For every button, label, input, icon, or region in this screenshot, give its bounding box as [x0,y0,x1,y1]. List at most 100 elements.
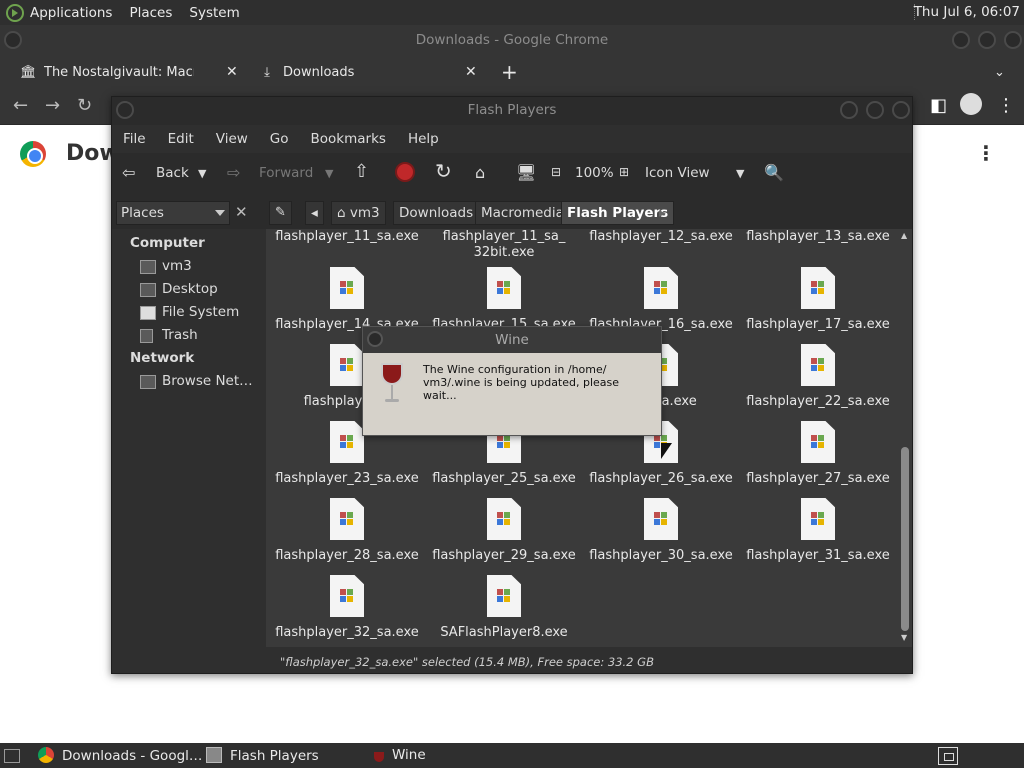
wine-glass-icon [374,752,384,762]
back-arrow-icon[interactable]: ← [13,95,28,116]
reload-icon[interactable]: ↻ [435,159,452,183]
sidebar-item-trash[interactable]: Trash [162,327,198,343]
sidebar-item-desktop[interactable]: Desktop [162,281,218,297]
vertical-scrollbar[interactable]: ▲ ▼ [900,231,910,642]
file-label: flashplayer_31_sa.exe [746,548,890,563]
view-mode-select[interactable]: Icon View [645,165,710,181]
maximize-icon[interactable] [866,101,884,119]
exe-file-icon [330,267,364,309]
exe-file-icon [801,344,835,386]
file-label: flashplayer_12_sa.exe [589,229,733,244]
search-icon[interactable]: 🔍 [764,163,784,182]
up-arrow-icon[interactable]: ⇧ [354,161,369,182]
sidebar-panel-icon[interactable]: ◧ [930,95,947,116]
file-item[interactable]: flashplayer_17_sa.exe [743,267,893,332]
file-item[interactable]: flashplayer_11_sa.exe [272,229,422,244]
breadcrumb-left-arrow-icon[interactable]: ◂ [305,201,324,225]
file-item[interactable]: flashplayer_14_sa.exe [272,267,422,332]
tab-close-icon[interactable]: ✕ [226,58,238,87]
show-desktop-icon[interactable] [4,749,20,763]
sidebar-header-network: Network [130,350,195,366]
wine-glass-icon [381,363,403,405]
breadcrumb-vm3[interactable]: ⌂ vm3 [331,201,386,225]
kebab-menu-icon[interactable]: ⋮ [997,95,1015,116]
minimize-icon[interactable] [840,101,858,119]
profile-avatar-icon[interactable] [960,93,982,115]
exe-file-icon [801,267,835,309]
file-item[interactable]: flashplayer_12_sa.exe [586,229,736,244]
menu-system[interactable]: System [189,5,239,21]
scroll-up-icon[interactable]: ▲ [901,231,907,240]
tab-search-chevron-icon[interactable]: ⌄ [994,58,1005,87]
tab-close-icon[interactable]: ✕ [465,58,477,87]
edit-location-icon[interactable]: ✎ [269,201,292,225]
tab-downloads[interactable]: ⤓ Downloads ✕ [259,58,479,87]
window-menu-icon[interactable] [4,31,22,49]
trash-icon [140,329,153,343]
file-item[interactable]: flashplayer_22_sa.exe [743,344,893,409]
gnome-foot-icon[interactable] [6,3,24,22]
menu-edit[interactable]: Edit [168,131,194,147]
menu-bookmarks[interactable]: Bookmarks [311,131,386,147]
minimize-icon[interactable] [952,31,970,49]
window-menu-icon[interactable] [116,101,134,119]
forward-arrow-icon[interactable]: → [45,95,60,116]
exe-file-icon [801,421,835,463]
taskbar-item-chrome[interactable]: Downloads - Googl… [38,747,202,764]
new-tab-icon[interactable]: + [501,58,518,87]
wine-dialog-title: Wine [495,332,529,348]
zoom-in-icon[interactable]: ⊞ [619,165,629,179]
file-item[interactable]: flashplayer_31_sa.exe [743,498,893,563]
back-arrow-icon[interactable]: ⇦ [122,163,135,182]
breadcrumb-downloads[interactable]: Downloads [393,201,480,225]
fm-location-bar: Places ✕ ✎ ◂ ⌂ vm3 Downloads Macromedia … [112,197,912,229]
file-item[interactable]: flashplayer_13_sa.exe [743,229,893,244]
sidebar-item-vm3[interactable]: vm3 [162,258,192,274]
taskbar-item-flash-players[interactable]: Flash Players [206,747,319,764]
bottom-taskbar: Downloads - Googl… Flash Players Wine [0,743,1024,768]
file-item[interactable]: SAFlashPlayer8.exe [429,575,579,640]
back-button[interactable]: Back [156,165,189,181]
home-folder-icon[interactable]: ⌂ [475,163,485,182]
file-item[interactable]: flashplayer_15_sa.exe [429,267,579,332]
chrome-tabstrip: 🏛 The Nostalgivault: Macromedia ✕ ⤓ Down… [0,55,1024,87]
file-item[interactable]: flashplayer_29_sa.exe [429,498,579,563]
page-menu-icon[interactable]: ⋮ [976,141,996,165]
sidebar-item-file-system[interactable]: File System [162,304,239,320]
places-dropdown[interactable]: Places [116,201,230,225]
computer-icon[interactable]: 🖥 [516,163,536,182]
back-history-dropdown-icon[interactable]: ▼ [198,167,206,180]
close-icon[interactable] [892,101,910,119]
sidebar-item-browse-network[interactable]: Browse Net… [162,373,253,389]
menu-applications[interactable]: Applications [30,5,112,21]
file-item[interactable]: flashplayer_30_sa.exe [586,498,736,563]
reload-icon[interactable]: ↻ [77,95,92,116]
breadcrumb-macromedia[interactable]: Macromedia [475,201,570,225]
workspace-switcher-icon[interactable] [938,747,958,765]
scroll-thumb[interactable] [901,447,909,631]
menu-places[interactable]: Places [129,5,172,21]
file-item[interactable]: flashplayer_28_sa.exe [272,498,422,563]
wine-message: The Wine configuration in /home/ vm3/.wi… [423,363,655,402]
tab-nostalgivault[interactable]: 🏛 The Nostalgivault: Macromedia ✕ [20,58,240,87]
clock[interactable]: Thu Jul 6, 06:07 [914,4,1020,20]
file-item[interactable]: flashplayer_27_sa.exe [743,421,893,486]
menu-file[interactable]: File [123,131,146,147]
zoom-out-icon[interactable]: ⊟ [551,165,561,179]
fm-titlebar: Flash Players [112,97,912,125]
maximize-icon[interactable] [978,31,996,49]
menu-view[interactable]: View [216,131,248,147]
stop-icon[interactable] [395,162,415,182]
file-item[interactable]: flashplayer_32_sa.exe [272,575,422,640]
menu-help[interactable]: Help [408,131,439,147]
window-menu-icon[interactable] [367,331,383,347]
fm-window-title: Flash Players [467,102,557,118]
view-mode-dropdown-icon[interactable]: ▼ [736,167,744,180]
file-item[interactable]: flashplayer_11_sa_ 32bit.exe [429,229,579,261]
menu-go[interactable]: Go [270,131,289,147]
close-icon[interactable] [1004,31,1022,49]
taskbar-item-wine[interactable]: Wine [374,747,426,763]
close-sidebar-icon[interactable]: ✕ [235,203,248,221]
scroll-down-icon[interactable]: ▼ [901,633,907,642]
file-item[interactable]: flashplayer_16_sa.exe [586,267,736,332]
